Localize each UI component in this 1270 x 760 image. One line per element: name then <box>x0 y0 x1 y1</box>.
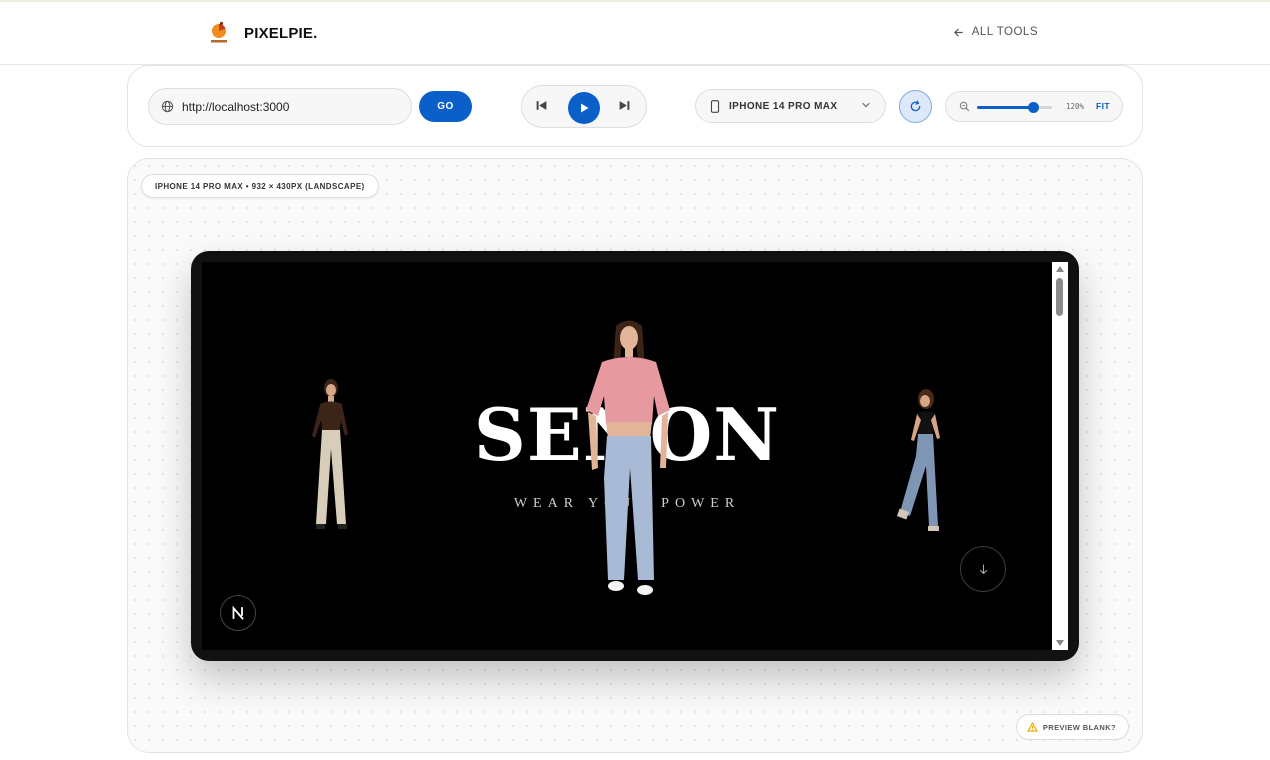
zoom-icon <box>959 101 970 112</box>
device-select-label: IPHONE 14 PRO MAX <box>729 100 838 112</box>
site-header: PIXELPIE. ALL TOOLS <box>0 2 1270 65</box>
nextjs-logo-icon <box>232 605 244 620</box>
device-info-badge: IPHONE 14 PRO MAX • 932 × 430PX (LANDSCA… <box>141 174 379 198</box>
playback-controls <box>521 85 647 128</box>
play-button[interactable] <box>568 92 600 124</box>
url-input[interactable] <box>182 99 392 114</box>
scroll-up-arrow[interactable] <box>1056 266 1064 272</box>
zoom-control: 120% FIT <box>945 91 1123 122</box>
rotate-icon <box>910 100 921 112</box>
pixelpie-logo <box>211 21 227 43</box>
url-bar <box>148 88 412 125</box>
scroll-down-arrow[interactable] <box>1056 640 1064 646</box>
globe-icon <box>161 100 174 113</box>
preview-blank-button[interactable]: PREVIEW BLANK? <box>1015 714 1129 740</box>
nextjs-badge[interactable] <box>220 595 256 631</box>
brand-name[interactable]: PIXELPIE. <box>244 25 318 42</box>
zoom-slider-fill <box>977 106 1034 109</box>
skip-next-icon[interactable] <box>618 99 631 112</box>
all-tools-label: ALL TOOLS <box>971 26 1038 38</box>
model-figure-center <box>586 320 670 595</box>
device-select[interactable]: IPHONE 14 PRO MAX <box>695 89 886 123</box>
rotate-button[interactable] <box>899 90 932 123</box>
fit-button[interactable]: FIT <box>1096 101 1110 111</box>
arrow-left-icon <box>953 28 963 36</box>
skip-previous-icon[interactable] <box>535 99 548 112</box>
warning-icon <box>1027 722 1038 732</box>
device-frame: SENON WEAR YOUR POWER <box>191 251 1079 661</box>
screen-scrollbar[interactable] <box>1052 262 1068 650</box>
arrow-down-icon <box>979 563 987 574</box>
zoom-slider-thumb[interactable] <box>1028 102 1040 113</box>
zoom-slider[interactable] <box>977 102 1052 113</box>
preview-blank-label: PREVIEW BLANK? <box>1042 722 1116 732</box>
phone-icon <box>710 99 720 113</box>
zoom-value: 120% <box>1066 102 1085 111</box>
scroll-down-button[interactable] <box>960 546 1006 592</box>
device-screen[interactable]: SENON WEAR YOUR POWER <box>202 262 1068 650</box>
chevron-down-icon <box>862 102 870 108</box>
play-icon <box>581 103 589 113</box>
all-tools-link[interactable]: ALL TOOLS <box>953 26 1038 38</box>
preview-stage: IPHONE 14 PRO MAX • 932 × 430PX (LANDSCA… <box>127 158 1143 753</box>
scrollbar-thumb[interactable] <box>1056 278 1063 316</box>
preview-toolbar: GO IPHONE 14 PRO MAX 120% FIT <box>127 65 1143 147</box>
go-button[interactable]: GO <box>419 91 472 122</box>
